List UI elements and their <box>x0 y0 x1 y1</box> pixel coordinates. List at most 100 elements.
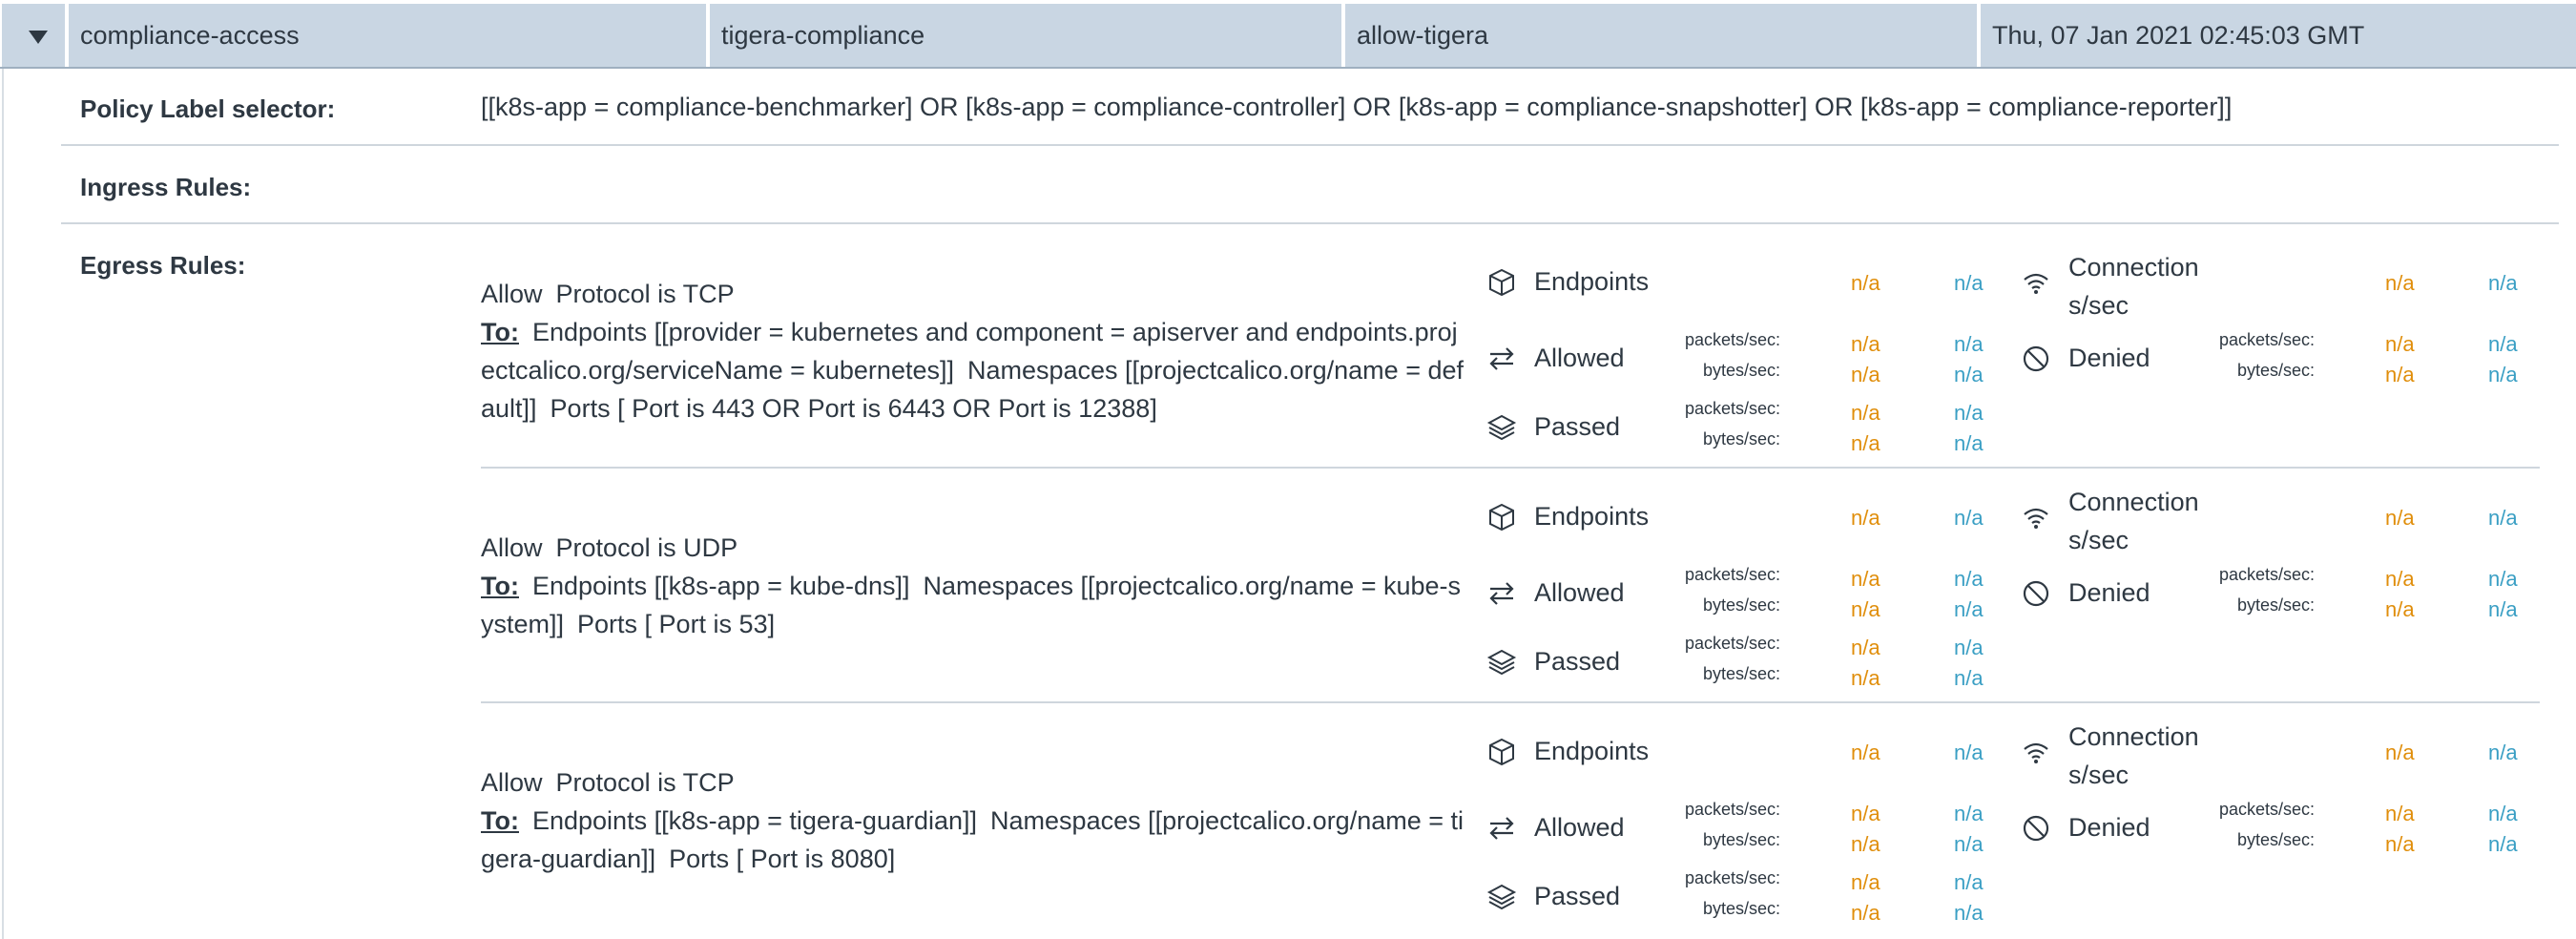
cube-icon <box>1489 738 1514 766</box>
endpoints-value-a: n/a <box>1851 271 1880 295</box>
wifi-icon <box>2024 742 2048 763</box>
policy-tier-cell: allow-tigera <box>1345 4 1977 67</box>
egress-rule-2: Allow Protocol is UDP To: Endpoints [[k8s-… <box>481 529 1464 643</box>
denied-packets-label: packets/sec: <box>2218 330 2315 349</box>
rule-protocol: Protocol is TCP <box>555 768 735 797</box>
rule-ports: Ports [ Port is 8080] <box>669 845 896 873</box>
policy-namespace: tigera-compliance <box>721 21 925 50</box>
allowed-packets-b: n/a <box>1954 567 1984 591</box>
allowed-bytes-label: bytes/sec: <box>1702 830 1780 849</box>
connections-value-b: n/a <box>2488 506 2518 530</box>
rule-action: Allow <box>481 280 543 308</box>
metric-denied-label: Denied <box>2068 813 2150 842</box>
denied-packets-b: n/a <box>2488 332 2518 356</box>
denied-packets-a: n/a <box>2385 567 2415 591</box>
passed-packets-label: packets/sec: <box>1684 634 1780 653</box>
ingress-label: Ingress Rules: <box>80 173 252 201</box>
rule-action: Allow <box>481 768 543 797</box>
policy-name: compliance-access <box>80 21 300 50</box>
metric-endpoints-label: Endpoints <box>1534 737 1650 765</box>
passed-bytes-b: n/a <box>1954 901 1984 925</box>
denied-bytes-a: n/a <box>2385 832 2415 856</box>
denied-icon <box>2023 815 2049 842</box>
selector-label: Policy Label selector: <box>80 94 336 123</box>
metric-endpoints-label: Endpoints <box>1534 267 1650 296</box>
connections-value-a: n/a <box>2385 271 2415 295</box>
denied-packets-b: n/a <box>2488 567 2518 591</box>
arrows-exchange-icon <box>1489 582 1514 605</box>
allowed-packets-a: n/a <box>1851 567 1880 591</box>
allowed-packets-label: packets/sec: <box>1684 330 1780 349</box>
denied-bytes-label: bytes/sec: <box>2236 830 2315 849</box>
denied-bytes-a: n/a <box>2385 363 2415 386</box>
endpoints-value-b: n/a <box>1954 741 1984 764</box>
metric-allowed-label: Allowed <box>1534 813 1625 842</box>
connections-value-b: n/a <box>2488 271 2518 295</box>
rule-protocol: Protocol is TCP <box>555 280 735 308</box>
passed-packets-b: n/a <box>1954 636 1984 659</box>
passed-bytes-a: n/a <box>1851 666 1880 690</box>
allowed-bytes-label: bytes/sec: <box>1702 361 1780 380</box>
passed-packets-label: packets/sec: <box>1684 868 1780 887</box>
metric-connections-label: Connection s/sec <box>2068 488 2199 554</box>
denied-bytes-label: bytes/sec: <box>2236 595 2315 615</box>
cube-icon <box>1489 268 1514 297</box>
caret-down-icon[interactable] <box>29 31 48 44</box>
metric-connections-label: Connection s/sec <box>2068 722 2199 789</box>
rule-ports: Ports [ Port is 53] <box>577 610 776 638</box>
policy-namespace-cell: tigera-compliance <box>710 4 1341 67</box>
metric-allowed-label: Allowed <box>1534 344 1625 372</box>
allowed-packets-a: n/a <box>1851 332 1880 356</box>
rule-endpoints: Endpoints [[k8s-app = tigera-guardian]] <box>531 806 978 835</box>
policy-timestamp: Thu, 07 Jan 2021 02:45:03 GMT <box>1992 21 2365 50</box>
passed-bytes-b: n/a <box>1954 666 1984 690</box>
denied-bytes-b: n/a <box>2488 597 2518 621</box>
wifi-icon <box>2024 273 2048 294</box>
policy-timestamp-cell: Thu, 07 Jan 2021 02:45:03 GMT <box>1981 4 2576 67</box>
rule-to-label: To: <box>481 318 519 346</box>
denied-bytes-b: n/a <box>2488 832 2518 856</box>
layers-icon <box>1486 649 1517 676</box>
rule-to-label: To: <box>481 572 519 600</box>
passed-packets-a: n/a <box>1851 401 1880 425</box>
passed-packets-b: n/a <box>1954 870 1984 894</box>
egress-rule-3: Allow Protocol is TCP To: Endpoints [[k8s-… <box>481 763 1464 878</box>
allowed-bytes-a: n/a <box>1851 832 1880 856</box>
details-left-border <box>2 69 4 939</box>
rule-protocol: Protocol is UDP <box>555 533 738 562</box>
policy-tier: allow-tigera <box>1357 21 1489 50</box>
denied-packets-label: packets/sec: <box>2218 565 2315 584</box>
rule-endpoints: Endpoints [[k8s-app = kube-dns]] <box>531 572 910 600</box>
denied-icon <box>2023 580 2049 607</box>
metric-allowed-label: Allowed <box>1534 578 1625 607</box>
passed-bytes-a: n/a <box>1851 431 1880 455</box>
metric-passed-label: Passed <box>1534 647 1621 676</box>
expand-toggle[interactable] <box>2 4 65 67</box>
metric-connections-label: Connection s/sec <box>2068 253 2199 320</box>
arrows-exchange-icon <box>1489 817 1514 840</box>
passed-packets-b: n/a <box>1954 401 1984 425</box>
metric-endpoints-label: Endpoints <box>1534 502 1650 531</box>
allowed-packets-a: n/a <box>1851 802 1880 825</box>
metric-passed-label: Passed <box>1534 412 1621 441</box>
divider <box>481 467 2540 469</box>
cube-icon <box>1489 503 1514 532</box>
denied-bytes-a: n/a <box>2385 597 2415 621</box>
connections-value-a: n/a <box>2385 506 2415 530</box>
policy-row-header[interactable]: compliance-access tigera-compliance allo… <box>0 0 2576 69</box>
rule-ports: Ports [ Port is 443 OR Port is 6443 OR P… <box>550 394 1157 423</box>
metric-denied-label: Denied <box>2068 344 2150 372</box>
endpoints-value-a: n/a <box>1851 741 1880 764</box>
passed-bytes-b: n/a <box>1954 431 1984 455</box>
allowed-bytes-a: n/a <box>1851 363 1880 386</box>
selector-value: [[k8s-app = compliance-benchmarker] OR [… <box>481 93 2233 121</box>
divider <box>61 144 2559 146</box>
passed-bytes-a: n/a <box>1851 901 1880 925</box>
connections-value-a: n/a <box>2385 741 2415 764</box>
passed-packets-label: packets/sec: <box>1684 399 1780 418</box>
denied-packets-a: n/a <box>2385 332 2415 356</box>
divider <box>61 222 2559 224</box>
denied-packets-label: packets/sec: <box>2218 800 2315 819</box>
arrows-exchange-icon <box>1489 347 1514 370</box>
passed-packets-a: n/a <box>1851 636 1880 659</box>
